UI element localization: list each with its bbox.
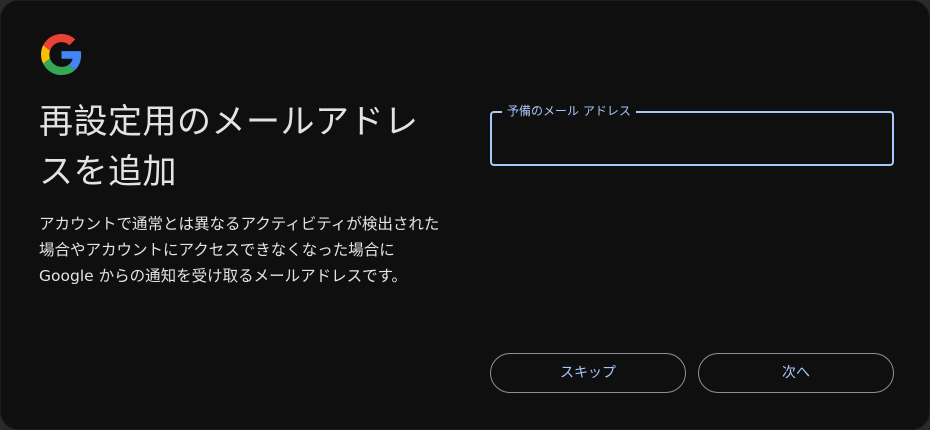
skip-button[interactable]: スキップ [490,353,686,393]
recovery-email-input[interactable] [492,113,892,164]
add-recovery-email-dialog: 再設定用のメールアドレスを追加 アカウントで通常とは異なるアクティビティが検出さ… [0,0,930,430]
page-title: 再設定用のメールアドレスを追加 [39,102,419,192]
recovery-email-field[interactable]: 予備のメール アドレス [490,103,894,166]
description-text: アカウントで通常とは異なるアクティビティが検出された場合やアカウントにアクセスで… [39,215,440,285]
next-button[interactable]: 次へ [698,353,894,393]
google-logo-icon [41,34,82,75]
